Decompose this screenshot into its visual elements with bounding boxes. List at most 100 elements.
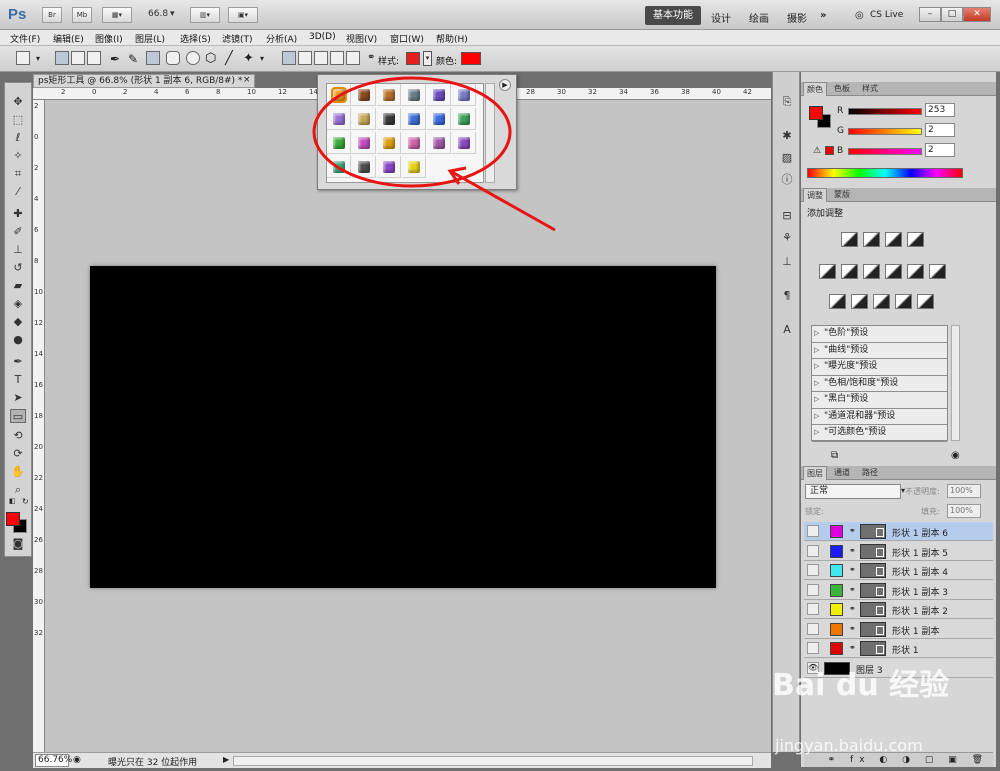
b-slider[interactable] [848, 148, 922, 155]
adjustment-menu-icon[interactable]: ◉ [951, 450, 960, 461]
style-dropdown-icon[interactable]: ▾ [423, 51, 432, 66]
hue-saturation-icon[interactable] [841, 264, 858, 279]
style-swatch-item[interactable] [327, 108, 351, 130]
line-tool-icon[interactable]: ╱ [225, 51, 233, 66]
menu-image[interactable]: 图像(I) [95, 32, 123, 45]
default-colors-icon[interactable]: ◧ [9, 497, 16, 505]
exposure-icon[interactable] [907, 232, 924, 247]
tab-channels[interactable]: 通道 [831, 466, 853, 480]
curves-icon[interactable] [885, 232, 902, 247]
status-info-icon[interactable]: ◉ [73, 755, 81, 765]
shape-tool-icon[interactable]: ▭ [10, 409, 26, 423]
preset-exposure[interactable]: "曝光度"预设 [812, 359, 947, 376]
layer-row[interactable]: ⚭ 形状 1 副本 6 [804, 522, 993, 541]
vector-mask-thumb[interactable] [860, 582, 886, 598]
style-swatch-item[interactable] [352, 84, 376, 106]
actions-panel-icon[interactable]: ✱ [779, 128, 795, 144]
g-slider[interactable] [848, 128, 922, 135]
photo-filter-icon[interactable] [907, 264, 924, 279]
rounded-rectangle-icon[interactable] [166, 51, 180, 65]
brush-panel-icon[interactable]: ⊟ [779, 208, 795, 224]
vector-mask-thumb[interactable] [860, 602, 886, 617]
zoom-tool-icon[interactable]: ⌕ [10, 483, 26, 497]
tab-adjustments[interactable]: 调整 [803, 188, 827, 202]
add-shape-area-icon[interactable] [298, 51, 312, 65]
layer-name[interactable]: 形状 1 副本 2 [892, 604, 948, 617]
document-close-icon[interactable]: × [243, 75, 251, 85]
crop-tool-icon[interactable]: ⌗ [10, 167, 26, 181]
mini-bridge-button[interactable]: Mb [72, 7, 92, 23]
maximize-button[interactable]: □ [941, 7, 963, 22]
clone-stamp-icon[interactable]: ⊥ [10, 243, 26, 257]
fill-pixels-icon[interactable] [87, 51, 101, 65]
polygon-tool-icon[interactable]: ⬡ [205, 51, 216, 66]
posterize-icon[interactable] [851, 294, 868, 309]
g-value[interactable]: 2 [925, 123, 955, 137]
tab-color[interactable]: 颜色 [803, 82, 827, 96]
eraser-tool-icon[interactable]: ▰ [10, 279, 26, 293]
style-picker-menu-icon[interactable]: ▶ [499, 79, 511, 91]
visibility-eye-icon[interactable] [807, 564, 819, 576]
selective-color-icon[interactable] [917, 294, 934, 309]
menu-layer[interactable]: 图层(L) [135, 32, 165, 45]
adjustment-clip-icon[interactable]: ⧉ [831, 450, 838, 461]
preset-hue-saturation[interactable]: "色相/饱和度"预设 [812, 376, 947, 392]
cs-live-button[interactable]: CS Live [870, 10, 903, 20]
path-select-icon[interactable]: ➤ [10, 391, 26, 405]
blend-mode-select[interactable]: 正常 [805, 484, 901, 499]
navigator-panel-icon[interactable]: ▨ [779, 150, 795, 166]
marquee-tool-icon[interactable]: ⬚ [10, 113, 26, 127]
visibility-eye-icon[interactable] [807, 642, 819, 654]
visibility-eye-icon[interactable] [807, 525, 819, 537]
swap-colors-icon[interactable]: ↻ [22, 497, 29, 506]
style-swatch-item[interactable] [427, 132, 451, 154]
eyedropper-tool-icon[interactable]: ⁄ [10, 185, 26, 199]
quick-mask-icon[interactable]: ◙ [10, 537, 26, 551]
menu-analysis[interactable]: 分析(A) [266, 32, 297, 45]
gradient-map-icon[interactable] [895, 294, 912, 309]
rectangle-tool-icon[interactable] [146, 51, 160, 65]
paths-icon[interactable] [71, 51, 85, 65]
layer-name[interactable]: 形状 1 副本 5 [892, 546, 948, 559]
invert-icon[interactable] [829, 294, 846, 309]
vector-mask-thumb[interactable] [860, 621, 886, 637]
fill-field[interactable]: 100% [947, 504, 981, 518]
tab-masks[interactable]: 蒙版 [831, 188, 853, 202]
style-swatch-item[interactable] [377, 156, 401, 178]
layer-name[interactable]: 形状 1 副本 4 [892, 565, 948, 578]
info-panel-icon[interactable]: ⓘ [779, 172, 795, 188]
layer-row[interactable]: ⚭ 形状 1 副本 4 [804, 561, 993, 580]
style-picker-scrollbar[interactable] [485, 83, 495, 183]
healing-brush-icon[interactable]: ✚ [10, 207, 26, 221]
color-spectrum[interactable] [807, 168, 963, 178]
tool-preset-dropdown-icon[interactable]: ▾ [36, 54, 40, 63]
type-tool-icon[interactable]: T [10, 373, 26, 387]
bridge-button[interactable]: Br [42, 7, 62, 23]
more-workspaces-icon[interactable]: » [820, 10, 826, 21]
style-swatch-item[interactable] [377, 132, 401, 154]
vector-mask-thumb[interactable] [860, 641, 886, 656]
horizontal-scrollbar[interactable] [233, 756, 753, 766]
exclude-shape-icon[interactable] [346, 51, 360, 65]
brush-tool-icon[interactable]: ✐ [10, 225, 26, 239]
move-tool-icon[interactable]: ✥ [10, 95, 26, 109]
menu-file[interactable]: 文件(F) [10, 32, 40, 45]
style-swatch-item[interactable] [327, 84, 351, 106]
ellipse-tool-icon[interactable] [186, 51, 200, 65]
zoom-level[interactable]: 66.8 [148, 9, 168, 19]
gamut-warning-icon[interactable]: ⚠ [813, 146, 821, 156]
workspace-photography[interactable]: 摄影 [787, 10, 807, 25]
status-menu-icon[interactable]: ▶ [223, 755, 229, 764]
layer-name[interactable]: 形状 1 副本 3 [892, 585, 948, 598]
layer-row[interactable]: ⚭ 形状 1 副本 2 [804, 600, 993, 619]
style-swatch-item[interactable] [402, 108, 426, 130]
black-white-icon[interactable] [885, 264, 902, 279]
menu-filter[interactable]: 滤镜(T) [222, 32, 253, 45]
vector-mask-thumb[interactable] [860, 543, 886, 559]
pen-tool-icon[interactable]: ✒ [110, 52, 120, 66]
style-swatch-item[interactable] [377, 108, 401, 130]
close-button[interactable]: ✕ [963, 7, 991, 22]
geometry-options-icon[interactable]: ▾ [260, 54, 264, 63]
opacity-field[interactable]: 100% [947, 484, 981, 498]
style-swatch-item[interactable] [352, 156, 376, 178]
